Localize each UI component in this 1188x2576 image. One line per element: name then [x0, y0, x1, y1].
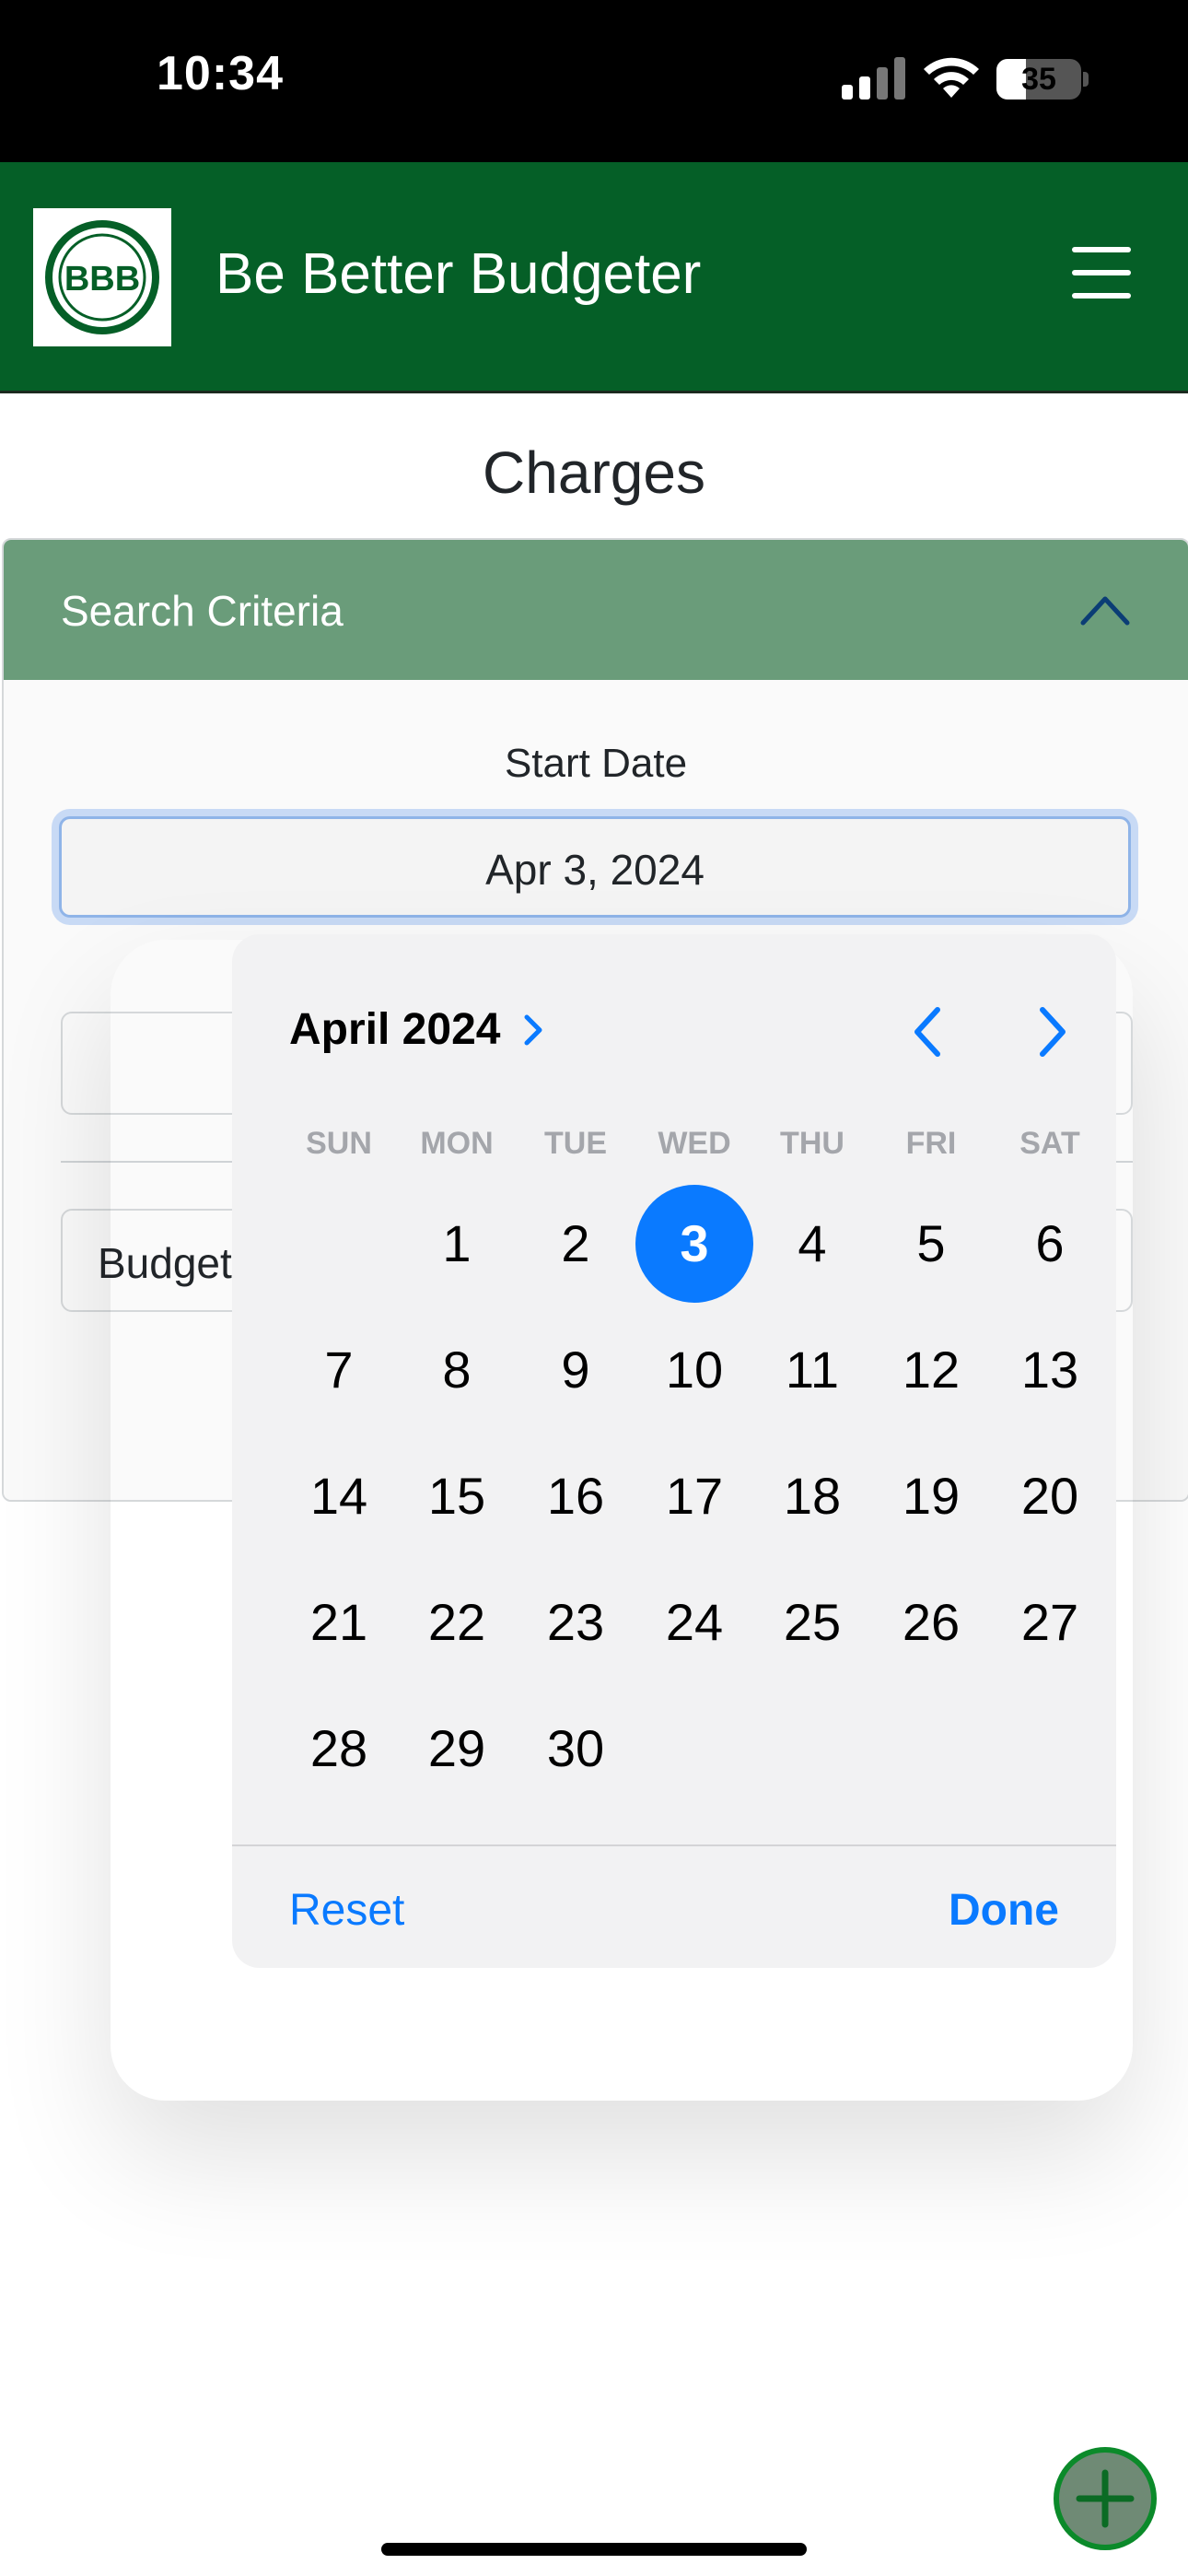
weekday-label: SAT	[1019, 1126, 1080, 1161]
calendar-day[interactable]: 1	[398, 1185, 516, 1303]
battery-nub	[1083, 72, 1089, 87]
home-indicator	[381, 2543, 807, 2556]
month-year-button[interactable]: April 2024	[289, 1004, 500, 1055]
logo-text: BBB	[64, 260, 140, 299]
menu-button[interactable]	[1072, 247, 1131, 299]
calendar-day[interactable]: 16	[517, 1437, 635, 1555]
date-picker-popover: April 2024 SUN MON TUE WED THU FRI SAT 1234567…	[232, 934, 1116, 1968]
calendar-day-selected[interactable]: 3	[635, 1185, 753, 1303]
calendar-day[interactable]: 28	[280, 1690, 398, 1808]
chevron-left-icon[interactable]	[908, 1004, 947, 1060]
calendar-day[interactable]: 27	[991, 1563, 1109, 1681]
calendar-day[interactable]: 10	[635, 1311, 753, 1429]
brand-title[interactable]: Be Better Budgeter	[215, 241, 701, 307]
add-charge-button[interactable]	[1054, 2447, 1157, 2550]
weekday-label: WED	[658, 1126, 731, 1161]
calendar-day[interactable]: 20	[991, 1437, 1109, 1555]
calendar-day[interactable]: 30	[517, 1690, 635, 1808]
chevron-right-icon[interactable]	[1033, 1004, 1072, 1060]
plus-icon	[1076, 2469, 1135, 2528]
picker-separator	[232, 1844, 1116, 1846]
calendar-day[interactable]: 22	[398, 1563, 516, 1681]
calendar-day[interactable]: 7	[280, 1311, 398, 1429]
calendar-day[interactable]: 15	[398, 1437, 516, 1555]
calendar-day[interactable]: 2	[517, 1185, 635, 1303]
chevron-right-icon[interactable]	[521, 1012, 545, 1048]
hamburger-icon	[1072, 247, 1131, 252]
weekday-label: FRI	[905, 1126, 957, 1161]
calendar-day[interactable]: 25	[753, 1563, 871, 1681]
battery-level: 35	[1021, 62, 1056, 97]
calendar-day[interactable]: 19	[872, 1437, 990, 1555]
done-button[interactable]: Done	[949, 1885, 1059, 1936]
calendar-day[interactable]: 14	[280, 1437, 398, 1555]
search-criteria-label: Search Criteria	[61, 587, 344, 635]
bbb-logo-icon: BBB	[45, 220, 159, 334]
reset-button[interactable]: Reset	[289, 1885, 404, 1936]
calendar-day[interactable]: 29	[398, 1690, 516, 1808]
chevron-up-icon[interactable]	[1079, 591, 1131, 628]
calendar-day[interactable]: 6	[991, 1185, 1109, 1303]
calendar-day[interactable]: 5	[872, 1185, 990, 1303]
calendar-day[interactable]: 21	[280, 1563, 398, 1681]
page-title: Charges	[483, 439, 705, 506]
calendar-day[interactable]: 12	[872, 1311, 990, 1429]
wifi-icon	[924, 57, 979, 98]
navbar: BBB Be Better Budgeter	[0, 162, 1188, 391]
calendar-day[interactable]: 26	[872, 1563, 990, 1681]
calendar-day[interactable]: 4	[753, 1185, 871, 1303]
status-time: 10:34	[157, 47, 284, 100]
weekday-label: TUE	[544, 1126, 607, 1161]
calendar-day[interactable]: 24	[635, 1563, 753, 1681]
weekday-label: THU	[780, 1126, 844, 1161]
search-criteria-header[interactable]: Search Criteria	[4, 540, 1188, 680]
calendar-day[interactable]: 8	[398, 1311, 516, 1429]
weekday-label: SUN	[306, 1126, 372, 1161]
calendar-day[interactable]: 9	[517, 1311, 635, 1429]
battery-icon: 35	[996, 59, 1081, 100]
weekday-label: MON	[420, 1126, 494, 1161]
cellular-signal-icon	[842, 57, 905, 100]
calendar-day[interactable]: 17	[635, 1437, 753, 1555]
brand-logo[interactable]: BBB	[33, 208, 171, 346]
calendar-day[interactable]: 18	[753, 1437, 871, 1555]
calendar-day[interactable]: 13	[991, 1311, 1109, 1429]
calendar-day[interactable]: 23	[517, 1563, 635, 1681]
calendar-day[interactable]: 11	[753, 1311, 871, 1429]
status-bar: 10:34 35	[0, 0, 1188, 162]
start-date-label: Start Date	[504, 741, 688, 786]
hamburger-icon-line	[1072, 270, 1131, 275]
hamburger-icon-line	[1072, 293, 1131, 299]
start-date-input[interactable]: Apr 3, 2024	[59, 816, 1131, 918]
navbar-border	[0, 391, 1188, 393]
